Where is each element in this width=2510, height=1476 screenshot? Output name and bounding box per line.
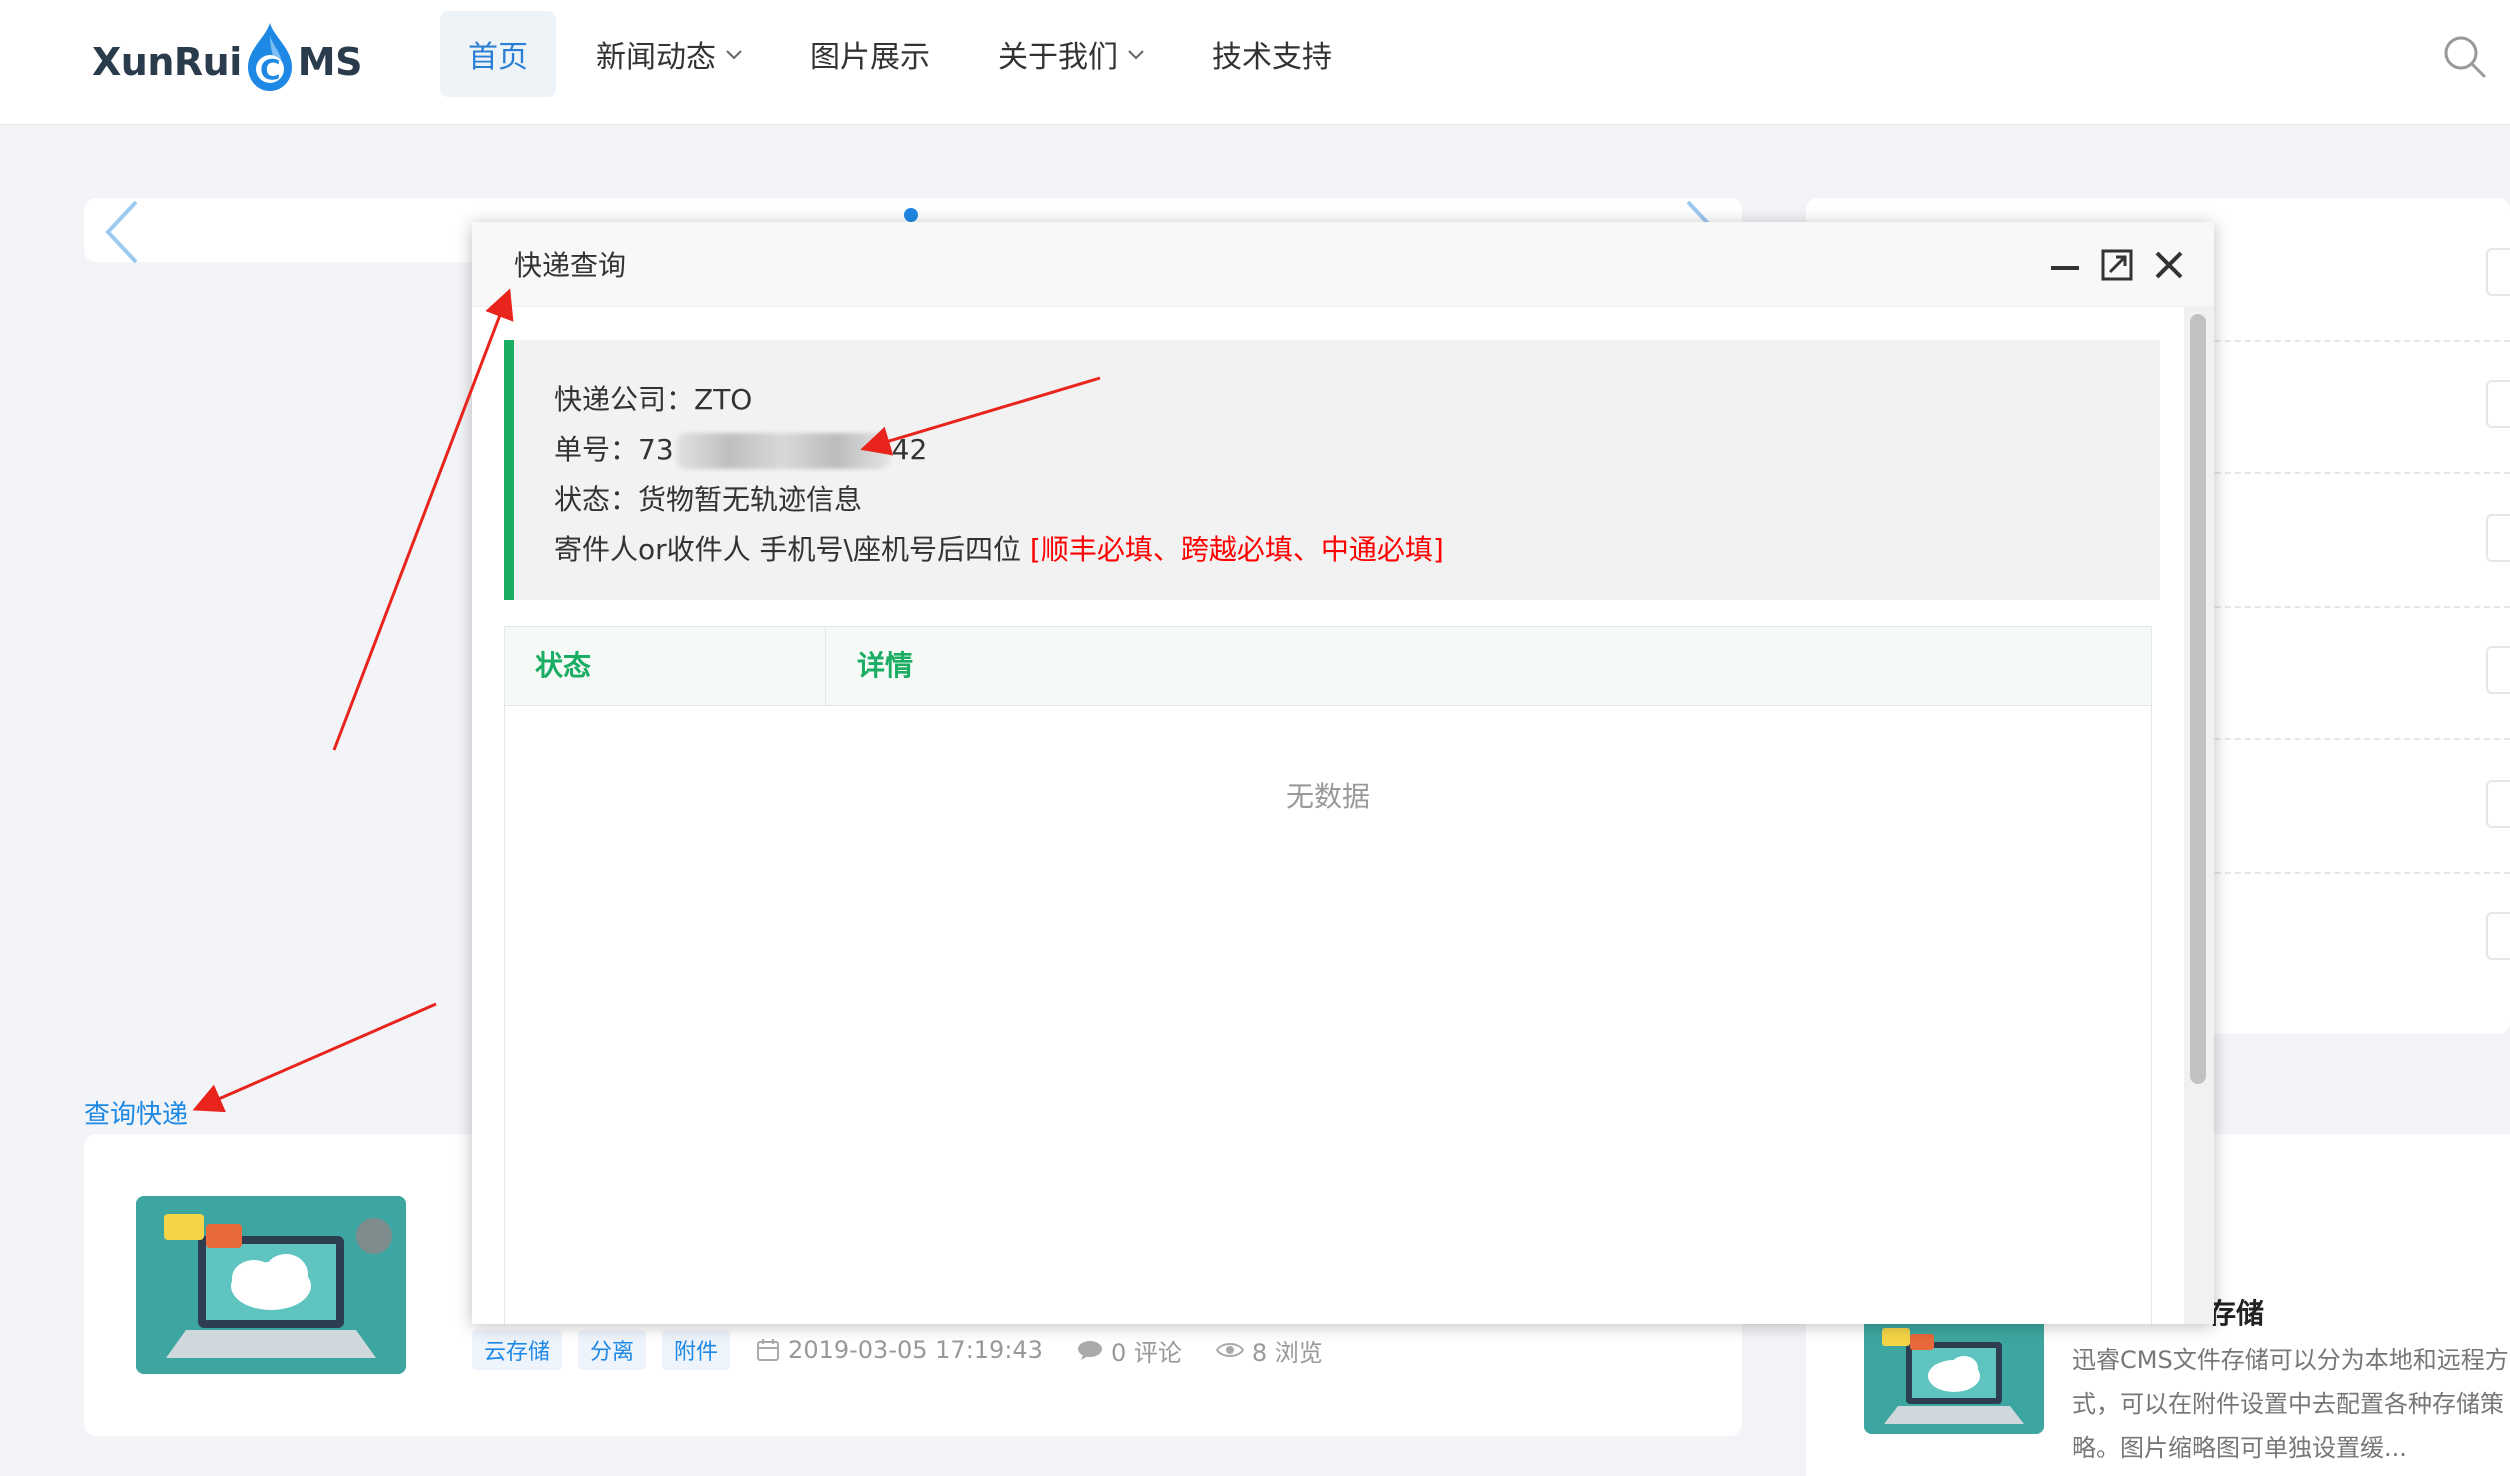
- search-icon[interactable]: [2442, 34, 2488, 80]
- query-express-link[interactable]: 查询快递: [84, 1094, 188, 1131]
- side-tab[interactable]: [2486, 248, 2510, 296]
- main-nav: 首页 新闻动态 图片展示 关于我们 技术支持: [440, 11, 1372, 97]
- phone-required-note: [顺丰必填、跨越必填、中通必填]: [1029, 533, 1444, 566]
- maximize-icon[interactable]: [2100, 248, 2134, 282]
- scrollbar-thumb[interactable]: [2190, 314, 2206, 1084]
- article-meta: 云存储 分离 附件 2019-03-05 17:19:43 0 评论 8 浏览: [472, 1330, 1347, 1370]
- comments-text: 0 评论: [1110, 1338, 1182, 1367]
- phone-hint-line: 寄件人or收件人 手机号\座机号后四位 [顺丰必填、跨越必填、中通必填]: [554, 528, 1444, 568]
- side-tab[interactable]: [2486, 780, 2510, 828]
- chevron-down-icon: [1128, 44, 1144, 65]
- article-comments: 0 评论: [1077, 1333, 1182, 1368]
- status-line: 状态：货物暂无轨迹信息: [554, 478, 862, 518]
- company-label: 快递公司：: [554, 383, 695, 416]
- nav-label: 图片展示: [810, 40, 930, 75]
- logo-text-left: XunRui: [92, 40, 242, 84]
- number-suffix: 42: [891, 433, 928, 466]
- dialog-title: 快递查询: [514, 249, 627, 282]
- phone-hint: 寄件人or收件人 手机号\座机号后四位: [554, 533, 1030, 566]
- desc-line: 略。图片缩略图可单独设置缓...: [2072, 1434, 2407, 1462]
- tag[interactable]: 云存储: [472, 1330, 563, 1370]
- side-article-desc: 迅睿CMS文件存储可以分为本地和远程方 式，可以在附件设置中去配置各种存储策 略…: [2072, 1338, 2510, 1470]
- tracking-number-line: 单号：73 42: [554, 428, 927, 469]
- close-icon[interactable]: [2152, 248, 2186, 282]
- side-tab[interactable]: [2486, 380, 2510, 428]
- nav-item-home[interactable]: 首页: [440, 11, 556, 97]
- minimize-icon[interactable]: [2048, 248, 2082, 282]
- views-text: 8 浏览: [1251, 1338, 1323, 1367]
- column-header-detail: 详情: [857, 649, 914, 682]
- desc-line: 迅睿CMS文件存储可以分为本地和远程方: [2072, 1346, 2509, 1374]
- desc-line: 式，可以在附件设置中去配置各种存储策: [2072, 1390, 2504, 1418]
- empty-state: 无数据: [1285, 780, 1370, 813]
- status-label: 状态：: [554, 483, 639, 516]
- table-header: 状态 详情: [505, 627, 2151, 706]
- express-query-dialog: 快递查询 快递公司：ZTO 单号：73 42 状态：货物暂无轨迹信息 寄件人or…: [472, 222, 2214, 1324]
- redacted-blur: [675, 433, 890, 469]
- calendar-icon: [757, 1339, 780, 1361]
- chevron-down-icon: [726, 44, 742, 65]
- column-header-status: 状态: [535, 649, 592, 682]
- nav-item-about[interactable]: 关于我们: [970, 11, 1172, 97]
- article-thumbnail[interactable]: [136, 1196, 406, 1374]
- side-article-thumbnail[interactable]: [1864, 1316, 2044, 1434]
- side-article-title[interactable]: 存储: [2208, 1292, 2264, 1332]
- dialog-header[interactable]: 快递查询: [472, 222, 2214, 307]
- number-label: 单号：: [554, 433, 639, 466]
- nav-item-news[interactable]: 新闻动态: [568, 11, 770, 97]
- side-tab[interactable]: [2486, 646, 2510, 694]
- comment-icon: [1077, 1341, 1102, 1360]
- slider-dot[interactable]: [904, 208, 918, 222]
- tracking-table: 状态 详情 无数据: [504, 626, 2152, 1324]
- nav-label: 关于我们: [998, 40, 1118, 75]
- logo-drop-icon: C: [244, 23, 296, 93]
- tag[interactable]: 附件: [662, 1330, 731, 1370]
- dialog-body: 快递公司：ZTO 单号：73 42 状态：货物暂无轨迹信息 寄件人or收件人 手机…: [472, 306, 2214, 1324]
- express-info-box: 快递公司：ZTO 单号：73 42 状态：货物暂无轨迹信息 寄件人or收件人 手机…: [504, 340, 2160, 600]
- annotation-arrow: [192, 1002, 437, 1113]
- nav-label: 首页: [468, 40, 528, 75]
- nav-item-support[interactable]: 技术支持: [1184, 11, 1360, 97]
- nav-label: 新闻动态: [596, 40, 716, 75]
- nav-label: 技术支持: [1212, 40, 1332, 75]
- company-line: 快递公司：ZTO: [554, 378, 752, 418]
- nav-item-gallery[interactable]: 图片展示: [782, 11, 958, 97]
- top-navbar: XunRui C MS 首页 新闻动态 图片展示 关于我们 技术支持: [0, 0, 2510, 125]
- logo-c-letter: C: [260, 53, 280, 86]
- logo-text-right: MS: [297, 40, 363, 84]
- column-divider: [825, 627, 826, 705]
- side-tab[interactable]: [2486, 514, 2510, 562]
- number-prefix: 73: [638, 433, 674, 466]
- article-date: 2019-03-05 17:19:43: [756, 1336, 1043, 1364]
- site-logo[interactable]: XunRui C MS: [92, 23, 363, 94]
- side-tab[interactable]: [2486, 912, 2510, 960]
- company-value: ZTO: [694, 383, 753, 416]
- date-text: 2019-03-05 17:19:43: [788, 1336, 1043, 1364]
- eye-icon: [1215, 1343, 1244, 1357]
- tag[interactable]: 分离: [578, 1330, 647, 1370]
- chevron-left-icon[interactable]: [102, 200, 142, 275]
- article-views: 8 浏览: [1215, 1333, 1323, 1368]
- status-value: 货物暂无轨迹信息: [638, 483, 863, 516]
